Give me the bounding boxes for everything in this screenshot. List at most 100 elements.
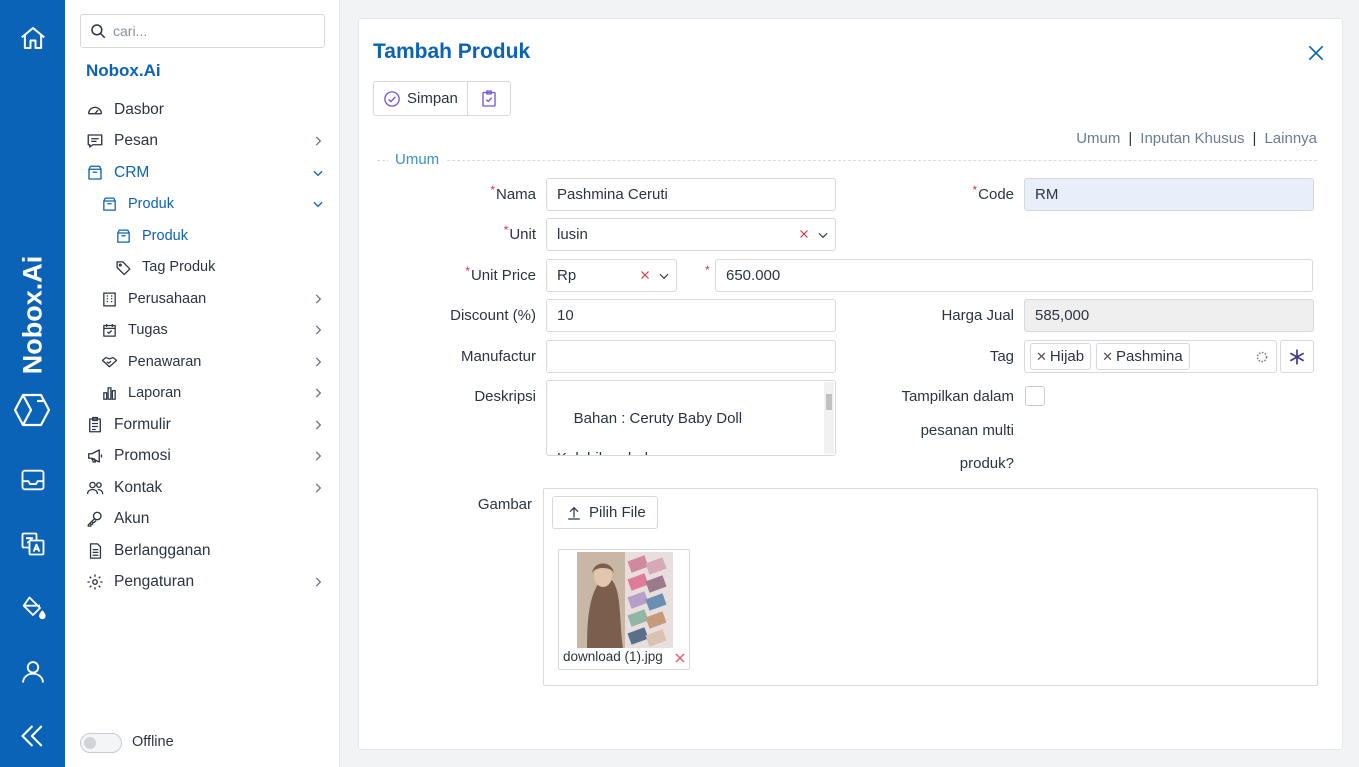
tampilkan-label-line1: Tampilkan dalam: [901, 388, 1014, 405]
sidebar-item-produk[interactable]: Produk: [65, 222, 339, 250]
sidebar-item-label: Perusahaan: [128, 291, 207, 307]
chevron-down-icon[interactable]: [816, 228, 830, 242]
tab-inputan-khusus[interactable]: Inputan Khusus: [1140, 130, 1244, 147]
nama-value: Pashmina Ceruti: [557, 186, 668, 203]
chevron-right-icon: [315, 451, 322, 461]
sidebar-item-kontak[interactable]: Kontak: [65, 474, 339, 502]
save-button[interactable]: Simpan: [374, 82, 467, 115]
sidebar-item-label: Akun: [114, 510, 150, 527]
currency-select[interactable]: Rp: [546, 259, 677, 292]
nama-field[interactable]: Pashmina Ceruti: [546, 178, 836, 211]
required-marker: *: [465, 264, 470, 278]
chevron-right-icon: [315, 136, 322, 146]
sidebar-item-produk-group[interactable]: Produk: [65, 190, 339, 218]
building-icon: [99, 289, 119, 309]
sidebar-item-formulir[interactable]: Formulir: [65, 411, 339, 439]
price-field[interactable]: 650.000: [715, 259, 1313, 292]
pick-file-label: Pilih File: [589, 504, 646, 521]
add-tag-button[interactable]: [1280, 340, 1314, 373]
chevron-right-icon: [315, 577, 322, 587]
home-icon[interactable]: [16, 21, 49, 54]
sidebar-item-pengaturan[interactable]: Pengaturan: [65, 568, 339, 596]
sidebar-item-akun[interactable]: Akun: [65, 505, 339, 533]
search-input[interactable]: [113, 23, 313, 39]
discount-field[interactable]: 10: [546, 299, 836, 332]
price-value: 650.000: [726, 267, 781, 284]
sidebar-item-label: Formulir: [114, 416, 171, 433]
tag-input[interactable]: ✕ Hijab ✕ Pashmina: [1024, 340, 1277, 373]
delete-file-icon[interactable]: [674, 652, 686, 664]
asterisk-icon: [1289, 349, 1305, 364]
unit-label-text: Unit: [509, 226, 536, 243]
sidebar-item-label: Produk: [142, 228, 188, 244]
code-label-text: Code: [978, 186, 1014, 203]
box-icon: [99, 194, 119, 214]
sidebar-item-promosi[interactable]: Promosi: [65, 442, 339, 470]
nama-label-text: Nama: [495, 186, 536, 203]
sidebar-item-pesan[interactable]: Pesan: [65, 127, 339, 155]
tab-separator: |: [1252, 130, 1257, 147]
remove-tag-icon[interactable]: ✕: [1102, 349, 1113, 365]
handshake-icon: [99, 352, 119, 372]
sidebar-brand: Nobox.Ai: [86, 61, 161, 80]
clipboard-icon: [85, 415, 105, 435]
sidebar-item-perusahaan[interactable]: Perusahaan: [65, 285, 339, 313]
remove-tag-icon[interactable]: ✕: [1036, 349, 1047, 365]
code-field[interactable]: RM: [1024, 178, 1314, 211]
sidebar-item-berlangganan[interactable]: Berlangganan: [65, 537, 339, 565]
unit-price-label: *Unit Price: [465, 264, 536, 284]
sidebar: Nobox.Ai Dasbor Pesan CRM Produk Produk …: [65, 0, 340, 767]
tag-chip: ✕ Pashmina: [1096, 343, 1190, 370]
search-box[interactable]: [80, 14, 325, 48]
unit-select[interactable]: lusin: [546, 218, 836, 251]
chevron-down-icon: [313, 170, 323, 177]
multi-product-checkbox[interactable]: [1025, 386, 1045, 406]
image-upload-area: Pilih File download (1).jpg: [543, 488, 1318, 686]
collapse-icon[interactable]: [16, 719, 49, 752]
close-icon[interactable]: [1306, 43, 1326, 63]
sidebar-item-tugas[interactable]: Tugas: [65, 316, 339, 344]
tag-chip-label: Pashmina: [1116, 348, 1183, 365]
user-icon[interactable]: [16, 655, 49, 688]
sidebar-item-laporan[interactable]: Laporan: [65, 379, 339, 407]
clear-icon[interactable]: [638, 268, 652, 282]
users-icon: [85, 478, 105, 498]
textarea-scrollbar[interactable]: [824, 382, 834, 454]
tab-lainnya[interactable]: Lainnya: [1264, 130, 1317, 147]
sidebar-item-crm[interactable]: CRM: [65, 159, 339, 187]
deskripsi-textarea[interactable]: Bahan : Ceruty Baby Doll Kelebihan bahan…: [546, 380, 836, 456]
inbox-icon[interactable]: [16, 463, 49, 496]
nama-label: *Nama: [490, 183, 536, 203]
translate-icon[interactable]: [16, 527, 49, 560]
discount-value: 10: [557, 307, 574, 324]
sidebar-item-label: Kontak: [114, 479, 163, 496]
box-icon: [113, 226, 133, 246]
offline-toggle[interactable]: [80, 733, 122, 753]
product-photo: [577, 552, 673, 648]
sidebar-item-dasbor[interactable]: Dasbor: [65, 96, 339, 124]
sidebar-item-penawaran[interactable]: Penawaran: [65, 348, 339, 376]
chevron-down-icon[interactable]: [657, 269, 671, 283]
manufactur-field[interactable]: [546, 340, 836, 373]
image-thumbnail[interactable]: download (1).jpg: [558, 549, 690, 670]
deskripsi-label: Deskripsi: [474, 388, 536, 405]
sidebar-item-label: Tugas: [128, 322, 168, 338]
key-icon: [85, 509, 105, 529]
unit-value: lusin: [557, 226, 588, 243]
save-and-new-button[interactable]: [466, 82, 510, 115]
chevron-right-icon: [315, 388, 322, 398]
chevron-right-icon: [315, 420, 322, 430]
sidebar-item-tag-produk[interactable]: Tag Produk: [65, 253, 339, 281]
required-marker: *: [972, 183, 978, 197]
clear-icon[interactable]: [797, 227, 811, 241]
pick-file-button[interactable]: Pilih File: [552, 496, 658, 529]
paint-bucket-icon[interactable]: [16, 591, 49, 624]
search-icon: [91, 24, 106, 39]
document-icon: [85, 541, 105, 561]
tab-umum[interactable]: Umum: [1076, 130, 1120, 147]
upload-icon: [568, 506, 580, 520]
calendar-check-icon: [99, 320, 119, 340]
tag-chip-label: Hijab: [1049, 348, 1085, 365]
section-divider: [377, 160, 1317, 161]
sidebar-item-label: Laporan: [128, 385, 182, 401]
